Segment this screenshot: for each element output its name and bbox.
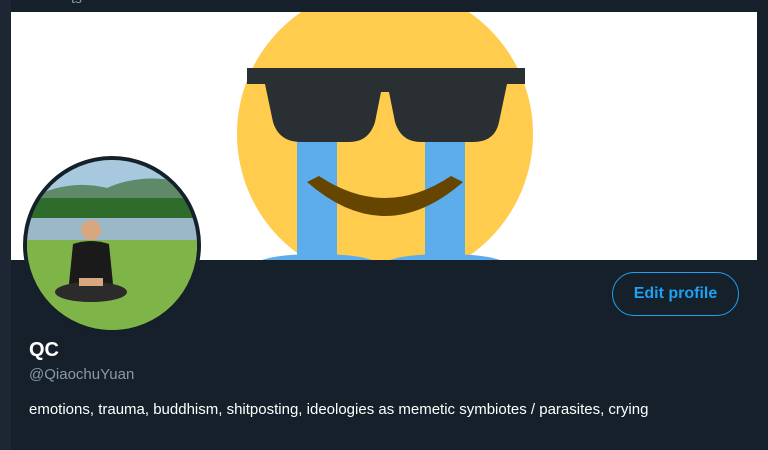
- top-header: ts: [11, 0, 768, 12]
- avatar[interactable]: [23, 156, 201, 334]
- profile-bio: emotions, trauma, buddhism, shitposting,…: [29, 401, 649, 418]
- profile-page: ts: [0, 0, 768, 450]
- header-partial-text: ts: [71, 0, 82, 6]
- user-handle: @QiaochuYuan: [29, 366, 135, 383]
- profile-photo-meditating-icon: [27, 160, 197, 330]
- left-sidebar-edge: [0, 0, 11, 450]
- display-name: QC: [29, 339, 59, 361]
- edit-profile-button[interactable]: Edit profile: [612, 272, 739, 316]
